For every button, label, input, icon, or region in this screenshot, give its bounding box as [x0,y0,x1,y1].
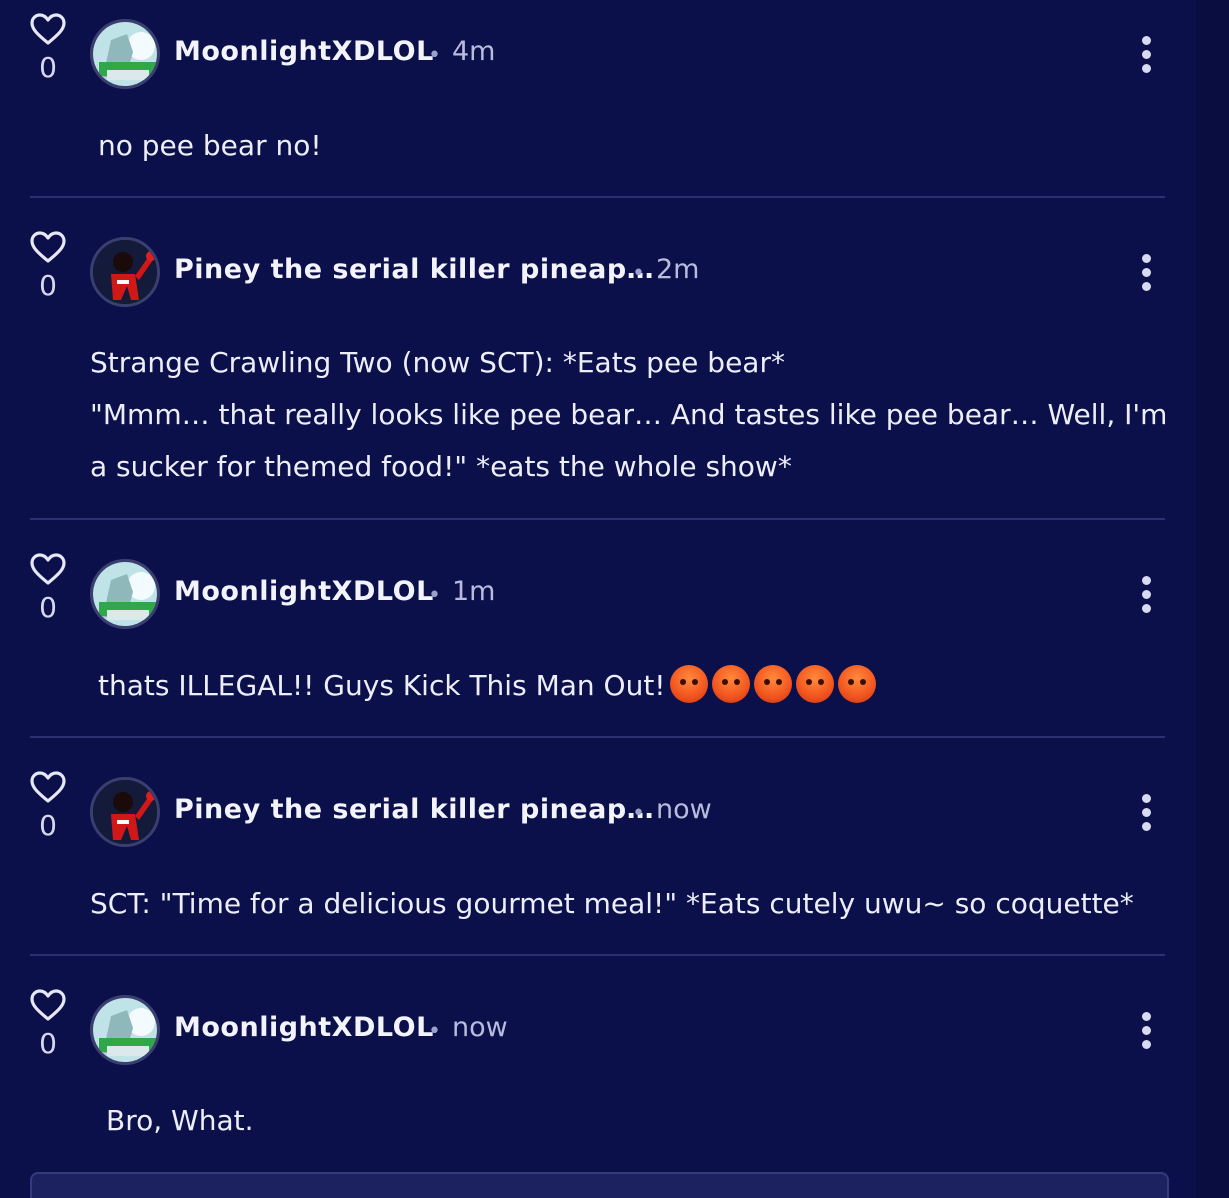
comment-text: thats ILLEGAL!! Guys Kick This Man Out! [98,660,876,712]
divider [30,196,1165,198]
separator-dot: • [632,261,645,286]
angry-face-icon [669,665,708,703]
like-button[interactable]: 0 [28,552,68,624]
more-options-icon[interactable] [1134,1012,1158,1052]
like-button[interactable]: 0 [28,988,68,1060]
moonlight-avatar[interactable] [90,559,160,629]
angry-face-icon [795,665,834,703]
timestamp: 2m [656,254,700,285]
separator-dot: • [428,1019,441,1044]
more-options-icon[interactable] [1134,36,1158,76]
divider [30,518,1165,520]
more-options-icon[interactable] [1134,254,1158,294]
username[interactable]: MoonlightXDLOL [174,576,434,607]
like-count: 0 [39,591,57,624]
comment-line: SCT: "Time for a delicious gourmet meal!… [90,887,1134,920]
like-count: 0 [39,269,57,302]
username[interactable]: Piney the serial killer pineap… [174,254,654,285]
more-options-icon[interactable] [1134,794,1158,834]
like-button[interactable]: 0 [28,230,68,302]
piney-avatar[interactable] [90,237,160,307]
scrollbar-track[interactable] [1196,0,1229,1198]
more-options-icon[interactable] [1134,576,1158,616]
separator-dot: • [428,43,441,68]
moonlight-avatar[interactable] [90,995,160,1065]
like-button[interactable]: 0 [28,12,68,84]
angry-face-icon [711,665,750,703]
divider [30,736,1165,738]
username[interactable]: MoonlightXDLOL [174,36,434,67]
heart-icon [30,13,66,45]
comment-line: Strange Crawling Two (now SCT): *Eats pe… [90,346,785,379]
timestamp: 4m [452,36,496,67]
comment-line: no pee bear no! [98,129,322,162]
comment-input-box[interactable] [30,1172,1169,1198]
comment-line: a sucker for themed food!" *eats the who… [90,450,792,483]
comment-text: SCT: "Time for a delicious gourmet meal!… [90,878,1134,930]
heart-icon [30,553,66,585]
timestamp: now [452,1012,508,1043]
moonlight-avatar[interactable] [90,19,160,89]
comment-feed: 0 MoonlightXDLOL • 4m no pee bear no! 0 [0,0,1229,1198]
angry-face-icon [837,665,876,703]
like-count: 0 [39,1027,57,1060]
comment-text: Strange Crawling Two (now SCT): *Eats pe… [90,337,1167,493]
comment-line: Bro, What. [106,1104,254,1137]
username[interactable]: Piney the serial killer pineap… [174,794,654,825]
like-button[interactable]: 0 [28,770,68,842]
separator-dot: • [428,583,441,608]
timestamp: now [656,794,712,825]
heart-icon [30,989,66,1021]
comment-line: "Mmm… that really looks like pee bear… A… [90,398,1168,431]
like-count: 0 [39,51,57,84]
like-count: 0 [39,809,57,842]
timestamp: 1m [452,576,496,607]
comment-text: Bro, What. [106,1095,254,1147]
angry-face-icon [753,665,792,703]
comment-line: thats ILLEGAL!! Guys Kick This Man Out! [98,669,666,702]
username[interactable]: MoonlightXDLOL [174,1012,434,1043]
divider [30,954,1165,956]
heart-icon [30,771,66,803]
heart-icon [30,231,66,263]
piney-avatar[interactable] [90,777,160,847]
separator-dot: • [632,801,645,826]
comment-text: no pee bear no! [98,120,322,172]
